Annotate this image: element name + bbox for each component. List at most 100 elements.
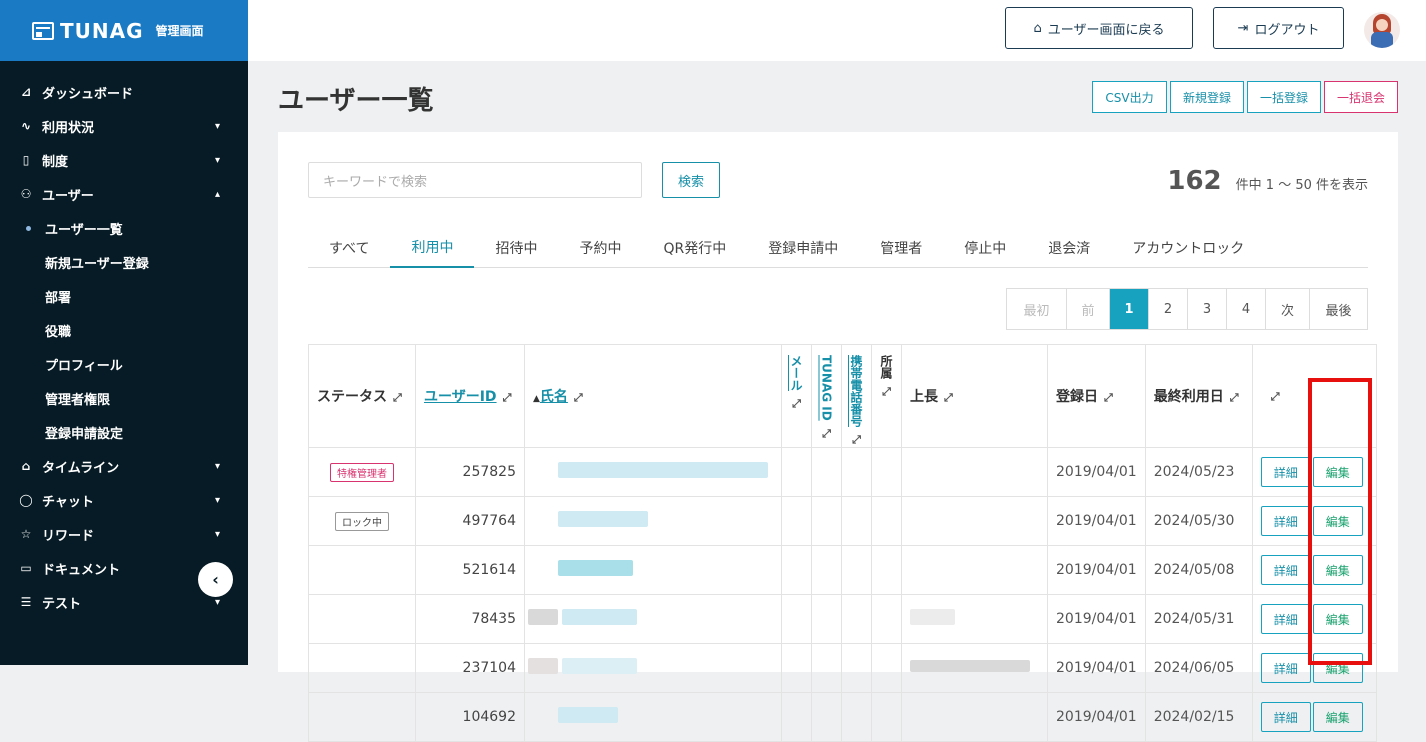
sidebar-item-timeline[interactable]: ⌂ タイムライン ▾ xyxy=(0,449,248,483)
dept-cell xyxy=(871,447,902,497)
col-name[interactable]: ▲氏名 ⤢ xyxy=(524,344,782,448)
sidebar-subitem-registration-settings[interactable]: 登録申請設定 xyxy=(0,415,248,449)
pager-last[interactable]: 最後 xyxy=(1309,289,1367,329)
col-status[interactable]: ステータス ⤢ xyxy=(308,344,416,448)
boss-cell xyxy=(901,447,1048,497)
tab-invited[interactable]: 招待中 xyxy=(474,228,558,268)
sidebar-item-usage[interactable]: ∿ 利用状況 ▾ xyxy=(0,109,248,143)
pager-prev[interactable]: 前 xyxy=(1066,289,1109,329)
col-registered-label: 登録日 xyxy=(1056,389,1098,405)
users-icon: ⚇ xyxy=(20,187,32,201)
search-input[interactable]: キーワードで検索 xyxy=(308,162,642,198)
dept-cell xyxy=(871,643,902,693)
table-row: 237104 2019/04/01 2024/06/05 詳細 編集 xyxy=(308,643,1377,693)
pager-page-1[interactable]: 1 xyxy=(1109,289,1148,329)
new-register-button[interactable]: 新規登録 xyxy=(1170,81,1244,113)
resize-icon[interactable]: ⤢ xyxy=(393,391,402,404)
bulk-register-button[interactable]: 一括登録 xyxy=(1247,81,1321,113)
sidebar-item-label: リワード xyxy=(42,528,95,544)
csv-export-button[interactable]: CSV出力 xyxy=(1092,81,1167,113)
edit-button[interactable]: 編集 xyxy=(1312,702,1363,732)
col-dept[interactable]: 所属 ⤢ xyxy=(871,344,902,448)
sidebar-subitem-profile[interactable]: プロフィール xyxy=(0,347,248,381)
tab-applying[interactable]: 登録申請中 xyxy=(747,228,859,268)
user-id-cell: 257825 xyxy=(415,447,525,497)
sidebar-collapse-button[interactable]: ‹ xyxy=(198,562,233,597)
tab-all[interactable]: すべて xyxy=(308,228,390,268)
detail-button[interactable]: 詳細 xyxy=(1260,702,1311,732)
page-title: ユーザー一覧 xyxy=(278,86,434,116)
star-icon: ☆ xyxy=(20,527,32,541)
resize-icon[interactable]: ⤢ xyxy=(503,391,512,404)
pager-page-3[interactable]: 3 xyxy=(1187,289,1226,329)
logo-icon xyxy=(32,21,54,40)
logo-bar[interactable]: TUNAG 管理画面 xyxy=(0,0,248,61)
pager-first[interactable]: 最初 xyxy=(1007,289,1066,329)
boss-cell xyxy=(901,692,1048,742)
sidebar-item-reward[interactable]: ☆ リワード ▾ xyxy=(0,517,248,551)
resize-icon[interactable]: ⤢ xyxy=(1104,391,1113,404)
resize-icon[interactable]: ⤢ xyxy=(1230,391,1239,404)
resize-icon[interactable]: ⤢ xyxy=(882,385,891,398)
col-mail[interactable]: メール ⤢ xyxy=(781,344,812,448)
pager-page-2[interactable]: 2 xyxy=(1148,289,1187,329)
name-cell xyxy=(524,594,782,644)
sort-tunag-id-link[interactable]: TUNAG ID xyxy=(820,355,834,421)
tab-qr[interactable]: QR発行中 xyxy=(642,228,747,268)
pager-next[interactable]: 次 xyxy=(1265,289,1309,329)
book-icon: ▯ xyxy=(22,153,30,167)
detail-button[interactable]: 詳細 xyxy=(1260,653,1311,683)
sidebar-item-users[interactable]: ⚇ ユーザー ▴ xyxy=(0,177,248,211)
phone-cell xyxy=(841,447,872,497)
resize-icon[interactable]: ⤢ xyxy=(822,427,831,440)
sidebar-subitem-positions[interactable]: 役職 xyxy=(0,313,248,347)
redacted-name xyxy=(558,462,768,478)
sort-name-link[interactable]: 氏名 xyxy=(540,389,568,405)
tab-active[interactable]: 利用中 xyxy=(390,228,475,268)
total-count: 162 xyxy=(1167,166,1222,196)
detail-button[interactable]: 詳細 xyxy=(1260,604,1311,634)
resize-icon[interactable]: ⤢ xyxy=(944,391,953,404)
sidebar-item-label: ユーザー xyxy=(42,188,94,204)
resize-icon[interactable]: ⤢ xyxy=(852,433,861,446)
avatar[interactable] xyxy=(1364,12,1400,48)
back-to-user-screen-button[interactable]: ⌂ ユーザー画面に戻る xyxy=(1005,7,1193,49)
sidebar-item-chat[interactable]: ◯ チャット ▾ xyxy=(0,483,248,517)
col-boss[interactable]: 上長 ⤢ xyxy=(901,344,1048,448)
tab-account-lock[interactable]: アカウントロック xyxy=(1111,228,1265,268)
sidebar-subitem-user-list[interactable]: ユーザー一覧 xyxy=(0,211,248,245)
pager-page-4[interactable]: 4 xyxy=(1226,289,1265,329)
detail-button[interactable]: 詳細 xyxy=(1260,506,1311,536)
tab-reserved[interactable]: 予約中 xyxy=(558,228,642,268)
tab-suspended[interactable]: 停止中 xyxy=(943,228,1027,268)
sidebar-item-dashboard[interactable]: ⊿ ダッシュボード xyxy=(0,75,248,109)
phone-cell xyxy=(841,545,872,595)
tunag-id-cell xyxy=(811,447,842,497)
tab-admin[interactable]: 管理者 xyxy=(859,228,943,268)
col-last-used[interactable]: 最終利用日 ⤢ xyxy=(1144,344,1253,448)
col-phone[interactable]: 携帯電話番号 ⤢ xyxy=(841,344,872,448)
col-dept-label: 所属 xyxy=(879,355,893,379)
search-button[interactable]: 検索 xyxy=(662,162,720,198)
bulk-withdraw-button[interactable]: 一括退会 xyxy=(1324,81,1398,113)
sidebar-subitem-admin-rights[interactable]: 管理者権限 xyxy=(0,381,248,415)
sidebar-subitem-departments[interactable]: 部署 xyxy=(0,279,248,313)
resize-icon[interactable]: ⤢ xyxy=(792,397,801,410)
phone-cell xyxy=(841,643,872,693)
resize-icon[interactable]: ⤢ xyxy=(1271,390,1280,403)
col-tunag-id[interactable]: TUNAG ID ⤢ xyxy=(811,344,842,448)
sort-mail-link[interactable]: メール xyxy=(788,355,805,391)
resize-icon[interactable]: ⤢ xyxy=(574,391,583,404)
sidebar-item-label: ドキュメント xyxy=(42,562,121,578)
redacted-name xyxy=(562,658,637,674)
tab-withdrawn[interactable]: 退会済 xyxy=(1027,228,1111,268)
sort-user-id-link[interactable]: ユーザーID xyxy=(424,389,497,405)
detail-button[interactable]: 詳細 xyxy=(1260,457,1311,487)
sidebar-item-system[interactable]: ▯ 制度 ▾ xyxy=(0,143,248,177)
logout-button[interactable]: ⇥ ログアウト xyxy=(1213,7,1344,49)
col-user-id[interactable]: ユーザーID ⤢ xyxy=(415,344,525,448)
detail-button[interactable]: 詳細 xyxy=(1260,555,1311,585)
sort-phone-link[interactable]: 携帯電話番号 xyxy=(848,355,865,427)
sidebar-subitem-new-user[interactable]: 新規ユーザー登録 xyxy=(0,245,248,279)
col-registered[interactable]: 登録日 ⤢ xyxy=(1047,344,1146,448)
